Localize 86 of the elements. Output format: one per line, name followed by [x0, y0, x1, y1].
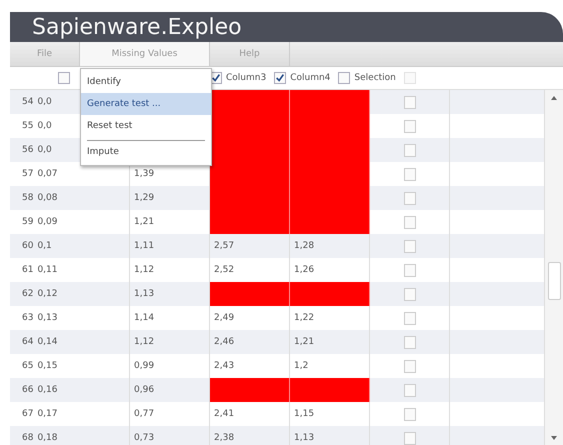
table-cell: 2,49	[214, 313, 234, 323]
scroll-thumb[interactable]	[548, 262, 561, 300]
column-label: Column4	[290, 73, 330, 83]
table-cell: 1,21	[294, 337, 314, 347]
checkbox[interactable]	[404, 360, 416, 372]
table-cell: 2,57	[214, 241, 234, 251]
table-cell: 2,46	[214, 337, 234, 347]
table-cell: 1,12	[134, 337, 154, 347]
menu-item[interactable]: Generate test ...	[81, 93, 211, 115]
table-cell: 1,29	[134, 193, 154, 203]
checkbox[interactable]	[404, 120, 416, 132]
checkbox[interactable]	[404, 312, 416, 324]
checkbox[interactable]	[404, 408, 416, 420]
table-cell: 1,15	[294, 409, 314, 419]
row-number: 67	[22, 409, 34, 419]
table-cell: 0,17	[37, 409, 58, 419]
checkbox[interactable]	[274, 72, 286, 84]
table-cell: 1,39	[134, 169, 154, 179]
table-cell: 0,11	[37, 265, 58, 275]
row-number: 65	[22, 361, 34, 371]
scroll-up-icon[interactable]	[551, 96, 557, 100]
column-label: Column3	[226, 73, 266, 83]
table-cell: 0,07	[37, 169, 58, 179]
checkbox[interactable]	[404, 384, 416, 396]
row-number: 59	[22, 217, 34, 227]
table-cell: 0,0	[37, 121, 52, 131]
table-cell: 0,18	[37, 433, 58, 443]
table-cell: 1,2	[294, 361, 308, 371]
checkbox[interactable]	[404, 432, 416, 444]
table-cell: 0,99	[134, 361, 154, 371]
table-cell: 0,08	[37, 193, 58, 203]
table-cell: 0,1	[37, 241, 52, 251]
row-number: 63	[22, 313, 34, 323]
checkbox[interactable]	[404, 144, 416, 156]
menu-item[interactable]: Identify	[81, 71, 211, 93]
checkbox[interactable]	[404, 288, 416, 300]
row-number: 57	[22, 169, 34, 179]
table-cell: 1,11	[134, 241, 154, 251]
scrollbar[interactable]	[544, 90, 563, 445]
checkbox[interactable]	[404, 264, 416, 276]
checkbox[interactable]	[404, 240, 416, 252]
table-cell: 0,13	[37, 313, 58, 323]
row-number: 55	[22, 121, 34, 131]
checkbox[interactable]	[338, 72, 350, 84]
table-cell: 1,22	[294, 313, 314, 323]
table-cell: 1,28	[294, 241, 314, 251]
table-cell: 0,16	[37, 385, 58, 395]
table-cell: 1,13	[294, 433, 314, 443]
checkbox[interactable]	[404, 216, 416, 228]
table-cell: 1,13	[134, 289, 154, 299]
table-cell: 1,26	[294, 265, 314, 275]
row-number: 66	[22, 385, 34, 395]
table-cell: 2,43	[214, 361, 234, 371]
row-number: 62	[22, 289, 34, 299]
row-number: 68	[22, 433, 34, 443]
table-cell: 1,14	[134, 313, 154, 323]
row-number: 61	[22, 265, 34, 275]
column-label: Selection	[354, 73, 396, 83]
table-cell: 0,0	[37, 145, 52, 155]
table-cell: 2,38	[214, 433, 234, 443]
window-title: Sapienware.Expleo	[32, 14, 242, 40]
table-cell: 2,41	[214, 409, 234, 419]
row-number: 60	[22, 241, 34, 251]
table-cell: 0,96	[134, 385, 154, 395]
table-cell: 0,12	[37, 289, 58, 299]
menu-item[interactable]: Impute	[87, 140, 205, 163]
checkbox[interactable]	[404, 192, 416, 204]
row-number: 54	[22, 97, 34, 107]
checkbox[interactable]	[58, 72, 70, 84]
checkbox[interactable]	[404, 168, 416, 180]
row-number: 56	[22, 145, 34, 155]
scroll-down-icon[interactable]	[551, 436, 557, 440]
table-cell: 0,77	[134, 409, 154, 419]
menu-item[interactable]: Reset test	[81, 115, 211, 137]
table-cell: 0,73	[134, 433, 154, 443]
table-cell: 0,14	[37, 337, 58, 347]
checkbox[interactable]	[404, 96, 416, 108]
table-cell: 1,21	[134, 217, 154, 227]
table-cell: 0,15	[37, 361, 58, 371]
checkbox[interactable]	[404, 336, 416, 348]
row-number: 64	[22, 337, 34, 347]
row-number: 58	[22, 193, 34, 203]
table-cell: 1,12	[134, 265, 154, 275]
table-cell: 0,09	[37, 217, 58, 227]
table-cell: 2,52	[214, 265, 234, 275]
table-cell: 0,0	[37, 97, 52, 107]
